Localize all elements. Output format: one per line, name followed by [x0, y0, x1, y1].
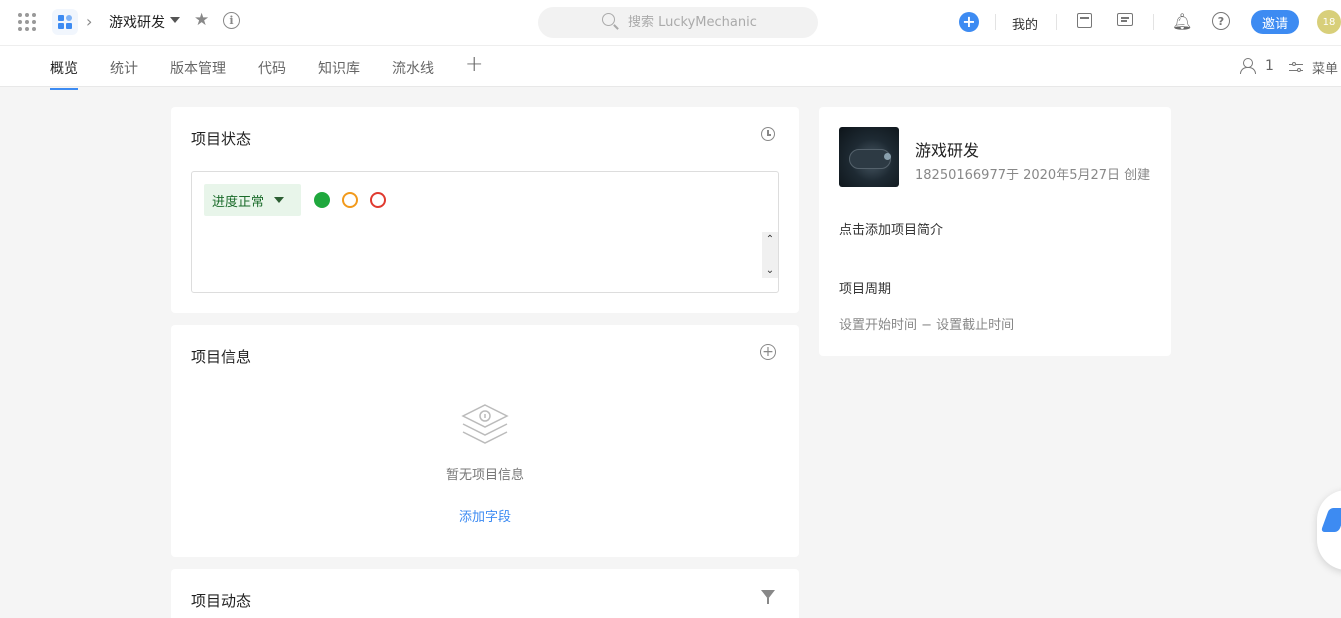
empty-state-text: 暂无项目信息: [445, 468, 524, 483]
card-title: 项目信息: [191, 348, 252, 366]
star-icon[interactable]: ★: [194, 10, 209, 30]
divider: [1056, 14, 1057, 30]
project-cover-image[interactable]: [839, 127, 899, 187]
avatar[interactable]: 18: [1317, 10, 1341, 34]
project-logo-icon[interactable]: [52, 9, 78, 35]
project-title: 游戏研发: [915, 141, 980, 160]
add-tab-button[interactable]: +: [465, 52, 483, 77]
caret-down-icon: [274, 197, 285, 203]
info-icon[interactable]: i: [223, 12, 240, 29]
add-circle-icon[interactable]: +: [760, 344, 776, 360]
top-bar: › 游戏研发 ★ i + 我的 🔔︎ ? 邀请 18: [0, 0, 1341, 46]
search-icon: [602, 13, 615, 26]
mine-link[interactable]: 我的: [1012, 14, 1038, 33]
scroll-up-icon[interactable]: ⌃: [766, 234, 774, 245]
status-value: 进度正常: [212, 194, 265, 210]
bell-icon[interactable]: 🔔︎: [1172, 12, 1192, 31]
project-status-card: 项目状态 进度正常 ⌃ ⌄: [171, 107, 799, 313]
status-delayed-dot[interactable]: [370, 192, 386, 208]
help-icon[interactable]: ?: [1212, 12, 1230, 30]
tab-overview[interactable]: 概览: [50, 58, 78, 90]
menu-button[interactable]: 菜单: [1289, 58, 1338, 77]
user-icon: [1240, 58, 1256, 74]
add-field-link[interactable]: 添加字段: [171, 506, 799, 525]
project-created-info: 18250166977于 2020年5月27日 创建: [915, 168, 1151, 183]
tab-code[interactable]: 代码: [258, 58, 286, 78]
app-grid-icon[interactable]: [18, 13, 36, 31]
settings-slider-icon: [1289, 61, 1303, 74]
alarm-clock-icon[interactable]: [761, 127, 775, 141]
create-button[interactable]: +: [959, 12, 979, 32]
scroll-down-icon[interactable]: ⌄: [766, 265, 774, 276]
status-risk-dot[interactable]: [342, 192, 358, 208]
search-bar[interactable]: [538, 7, 818, 38]
menu-label: 菜单: [1312, 62, 1339, 77]
status-normal-dot[interactable]: [314, 192, 330, 208]
card-title: 项目动态: [191, 592, 252, 610]
floating-assistant-button[interactable]: [1317, 490, 1341, 570]
calendar-icon[interactable]: [1077, 13, 1092, 28]
filter-icon[interactable]: [761, 590, 775, 604]
tab-statistics[interactable]: 统计: [110, 58, 138, 78]
caret-down-icon[interactable]: [170, 17, 180, 23]
project-intro-link[interactable]: 点击添加项目简介: [839, 219, 943, 238]
status-dropdown[interactable]: 进度正常: [204, 184, 301, 216]
members-button[interactable]: 1: [1240, 58, 1274, 74]
project-summary-card: 游戏研发 18250166977于 2020年5月27日 创建 点击添加项目简介…: [819, 107, 1171, 356]
project-nav: 概览 统计 版本管理 代码 知识库 流水线 + 1 菜单: [0, 46, 1341, 90]
project-period-label: 项目周期: [839, 282, 892, 297]
message-icon[interactable]: [1117, 13, 1133, 26]
chevron-right-icon: ›: [86, 12, 93, 31]
invite-button[interactable]: 邀请: [1251, 10, 1299, 34]
tab-knowledge-base[interactable]: 知识库: [318, 58, 360, 78]
tab-pipeline[interactable]: 流水线: [392, 58, 434, 78]
scrollbar[interactable]: ⌃ ⌄: [762, 232, 778, 278]
project-activity-card: 项目动态: [171, 569, 799, 618]
project-info-card: 项目信息 + 暂无项目信息 添加字段: [171, 325, 799, 557]
project-period-dates[interactable]: 设置开始时间 − 设置截止时间: [839, 314, 1014, 333]
member-count: 1: [1265, 58, 1274, 74]
tab-versions[interactable]: 版本管理: [170, 58, 226, 78]
divider: [1153, 14, 1154, 30]
card-title: 项目状态: [191, 130, 252, 148]
project-name[interactable]: 游戏研发: [109, 12, 165, 32]
divider: [995, 14, 996, 30]
search-input[interactable]: [628, 15, 808, 30]
empty-layers-icon: [461, 404, 509, 444]
status-editor[interactable]: 进度正常 ⌃ ⌄: [191, 171, 779, 293]
